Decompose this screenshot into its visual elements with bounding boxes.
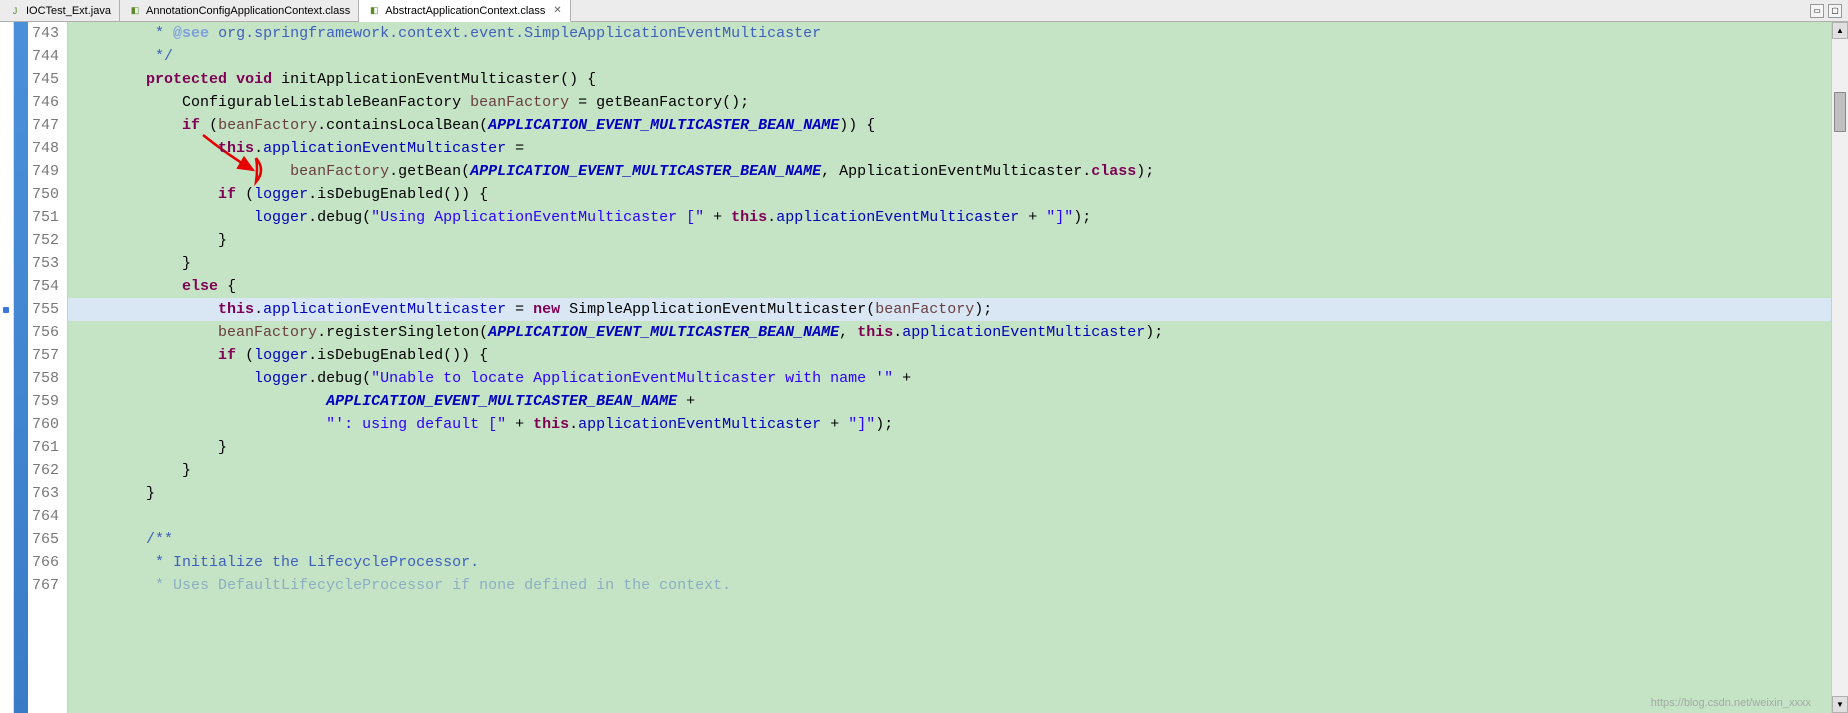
code-line[interactable]: * @see org.springframework.context.event… <box>68 22 1831 45</box>
vertical-scrollbar[interactable]: ▲ ▼ <box>1831 22 1848 713</box>
line-number: 749 <box>28 160 67 183</box>
line-number: 755 <box>28 298 67 321</box>
code-line[interactable]: /** <box>68 528 1831 551</box>
line-number: 752 <box>28 229 67 252</box>
watermark: https://blog.csdn.net/weixin_xxxx <box>1651 697 1811 709</box>
code-line[interactable]: APPLICATION_EVENT_MULTICASTER_BEAN_NAME … <box>68 390 1831 413</box>
tab-label: IOCTest_Ext.java <box>26 5 111 17</box>
close-icon[interactable]: ✕ <box>553 5 561 16</box>
line-number: 760 <box>28 413 67 436</box>
override-marker-icon[interactable] <box>3 307 9 313</box>
code-line[interactable]: "': using default [" + this.applicationE… <box>68 413 1831 436</box>
scroll-thumb[interactable] <box>1834 92 1846 132</box>
scroll-down-arrow[interactable]: ▼ <box>1832 696 1848 713</box>
class-file-icon: ◧ <box>367 4 381 18</box>
code-area[interactable]: https://blog.csdn.net/weixin_xxxx * @see… <box>68 22 1831 713</box>
code-line[interactable]: } <box>68 482 1831 505</box>
java-file-icon: J <box>8 4 22 18</box>
line-number: 753 <box>28 252 67 275</box>
line-number: 750 <box>28 183 67 206</box>
tab-annotation-config[interactable]: ◧ AnnotationConfigApplicationContext.cla… <box>120 0 359 21</box>
line-number: 758 <box>28 367 67 390</box>
line-number: 747 <box>28 114 67 137</box>
code-line[interactable]: beanFactory.getBean(APPLICATION_EVENT_MU… <box>68 160 1831 183</box>
code-line[interactable]: } <box>68 459 1831 482</box>
editor: 7437447457467477487497507517527537547557… <box>0 22 1848 713</box>
marker-column[interactable] <box>0 22 14 713</box>
code-line[interactable] <box>68 505 1831 528</box>
code-line[interactable]: * Initialize the LifecycleProcessor. <box>68 551 1831 574</box>
tab-abstract-app-context[interactable]: ◧ AbstractApplicationContext.class ✕ <box>359 0 571 22</box>
line-number: 766 <box>28 551 67 574</box>
class-file-icon: ◧ <box>128 4 142 18</box>
code-line[interactable]: if (logger.isDebugEnabled()) { <box>68 183 1831 206</box>
line-number: 754 <box>28 275 67 298</box>
line-number: 761 <box>28 436 67 459</box>
tab-label: AnnotationConfigApplicationContext.class <box>146 5 350 17</box>
editor-tabs: J IOCTest_Ext.java ◧ AnnotationConfigApp… <box>0 0 1848 22</box>
line-number-gutter: 7437447457467477487497507517527537547557… <box>28 22 68 713</box>
line-number: 746 <box>28 91 67 114</box>
line-number: 765 <box>28 528 67 551</box>
minimize-button[interactable]: ▭ <box>1810 4 1824 18</box>
code-line[interactable]: else { <box>68 275 1831 298</box>
code-line[interactable]: protected void initApplicationEventMulti… <box>68 68 1831 91</box>
code-line[interactable]: logger.debug("Unable to locate Applicati… <box>68 367 1831 390</box>
code-line[interactable]: ConfigurableListableBeanFactory beanFact… <box>68 91 1831 114</box>
line-number: 751 <box>28 206 67 229</box>
line-number: 757 <box>28 344 67 367</box>
code-line[interactable]: } <box>68 229 1831 252</box>
line-number: 745 <box>28 68 67 91</box>
code-line[interactable]: } <box>68 436 1831 459</box>
tab-label: AbstractApplicationContext.class <box>385 5 545 17</box>
line-number: 763 <box>28 482 67 505</box>
code-line[interactable]: * Uses DefaultLifecycleProcessor if none… <box>68 574 1831 597</box>
code-line[interactable]: this.applicationEventMulticaster = new S… <box>68 298 1831 321</box>
code-line[interactable]: logger.debug("Using ApplicationEventMult… <box>68 206 1831 229</box>
code-line[interactable]: this.applicationEventMulticaster = <box>68 137 1831 160</box>
maximize-button[interactable]: ▢ <box>1828 4 1842 18</box>
code-line[interactable]: beanFactory.registerSingleton(APPLICATIO… <box>68 321 1831 344</box>
line-number: 748 <box>28 137 67 160</box>
line-number: 756 <box>28 321 67 344</box>
scroll-up-arrow[interactable]: ▲ <box>1832 22 1848 39</box>
line-number: 759 <box>28 390 67 413</box>
line-number: 762 <box>28 459 67 482</box>
line-number: 744 <box>28 45 67 68</box>
line-number: 743 <box>28 22 67 45</box>
code-line[interactable]: } <box>68 252 1831 275</box>
tab-ioctest[interactable]: J IOCTest_Ext.java <box>0 0 120 21</box>
code-line[interactable]: if (logger.isDebugEnabled()) { <box>68 344 1831 367</box>
tab-toolbar: ▭ ▢ <box>1810 0 1848 21</box>
code-line[interactable]: if (beanFactory.containsLocalBean(APPLIC… <box>68 114 1831 137</box>
line-number: 764 <box>28 505 67 528</box>
line-number: 767 <box>28 574 67 597</box>
breakpoint-column[interactable] <box>14 22 28 713</box>
code-line[interactable]: */ <box>68 45 1831 68</box>
